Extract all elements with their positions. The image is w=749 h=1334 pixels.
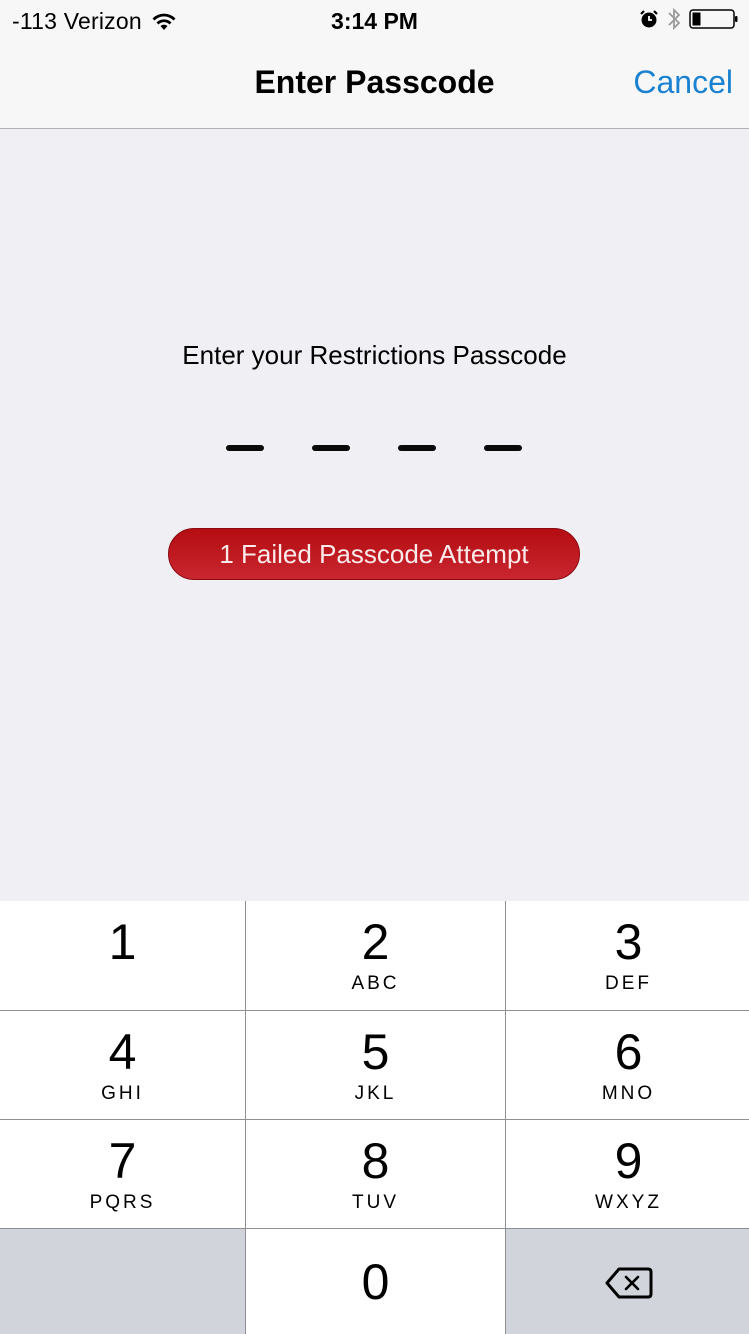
key-letters: JKL xyxy=(354,1083,397,1104)
status-time: 3:14 PM xyxy=(331,8,418,34)
passcode-digit-slot xyxy=(484,445,522,451)
key-letters: MNO xyxy=(601,1083,656,1104)
key-5[interactable]: 5 JKL xyxy=(246,1011,505,1119)
key-8[interactable]: 8 TUV xyxy=(246,1120,505,1228)
key-1[interactable]: 1 xyxy=(0,901,245,1010)
key-digit: 3 xyxy=(614,914,643,970)
key-digit: 8 xyxy=(361,1133,390,1189)
key-7[interactable]: 7 PQRS xyxy=(0,1120,245,1228)
key-letters: PQRS xyxy=(89,1192,156,1213)
bluetooth-icon xyxy=(668,7,681,31)
empty-key xyxy=(0,1229,245,1334)
cancel-button[interactable]: Cancel xyxy=(633,64,733,101)
passcode-digit-slot xyxy=(398,445,436,451)
passcode-digit-slot xyxy=(312,445,350,451)
key-digit: 0 xyxy=(361,1254,390,1310)
key-digit: 6 xyxy=(614,1024,643,1080)
key-digit: 4 xyxy=(108,1024,137,1080)
key-digit: 7 xyxy=(108,1133,137,1189)
key-letters: ABC xyxy=(351,973,400,994)
backspace-icon xyxy=(605,1267,652,1299)
status-bar: -113 Verizon 3:14 PM xyxy=(0,0,749,40)
key-6[interactable]: 6 MNO xyxy=(506,1011,749,1119)
key-4[interactable]: 4 GHI xyxy=(0,1011,245,1119)
key-2[interactable]: 2 ABC xyxy=(246,901,505,1010)
battery-icon xyxy=(689,9,738,29)
passcode-prompt: Enter your Restrictions Passcode xyxy=(182,340,567,370)
key-digit: 5 xyxy=(361,1024,390,1080)
key-3[interactable]: 3 DEF xyxy=(506,901,749,1010)
key-letters: DEF xyxy=(605,973,652,994)
key-letters: WXYZ xyxy=(595,1192,662,1213)
key-letters: TUV xyxy=(352,1192,399,1213)
navigation-bar: Enter Passcode Cancel xyxy=(0,40,749,129)
delete-button[interactable] xyxy=(506,1229,749,1334)
alarm-icon xyxy=(640,10,658,28)
key-letters: GHI xyxy=(101,1083,144,1104)
key-0[interactable]: 0 xyxy=(246,1229,505,1334)
key-digit: 2 xyxy=(361,914,390,970)
key-9[interactable]: 9 WXYZ xyxy=(506,1120,749,1228)
passcode-digit-slot xyxy=(226,445,264,451)
passcode-field xyxy=(226,445,522,451)
failed-attempts-badge: 1 Failed Passcode Attempt xyxy=(168,528,580,580)
key-digit: 9 xyxy=(614,1133,643,1189)
numeric-keypad: 1 2 ABC 3 DEF 4 GHI 5 JKL 6 MNO 7 PQRS 8… xyxy=(0,901,749,1334)
key-digit: 1 xyxy=(108,914,137,970)
failed-attempts-text: 1 Failed Passcode Attempt xyxy=(219,538,529,569)
status-right xyxy=(639,7,739,31)
